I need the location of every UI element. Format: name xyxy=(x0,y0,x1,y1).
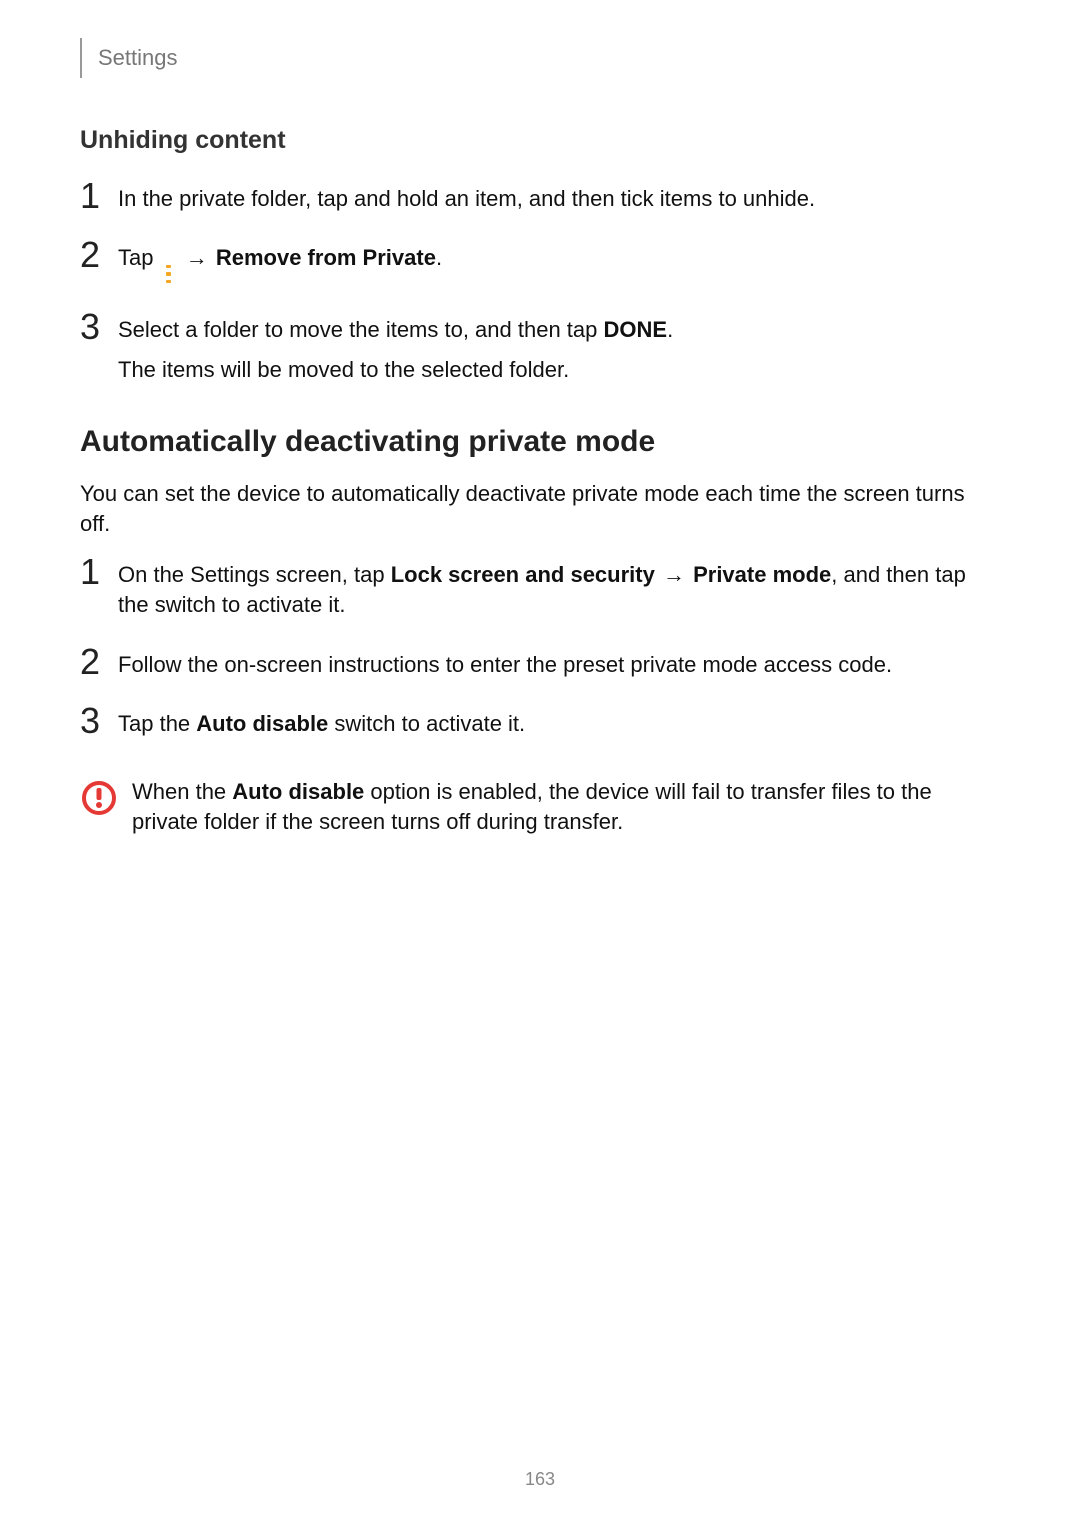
step-1: 1 In the private folder, tap and hold an… xyxy=(80,182,1000,224)
step-2: 2 Tap → Remove from Private. xyxy=(80,241,1000,295)
step-text: In the private folder, tap and hold an i… xyxy=(118,184,1000,214)
step-body: Follow the on-screen instructions to ent… xyxy=(118,648,1000,690)
running-header: Settings xyxy=(80,38,1000,78)
step-body: Tap the Auto disable switch to activate … xyxy=(118,707,1000,749)
page-number: 163 xyxy=(0,1467,1080,1491)
dot-icon xyxy=(166,280,171,283)
steps-auto: 1 On the Settings screen, tap Lock scree… xyxy=(80,558,1000,749)
step-body: On the Settings screen, tap Lock screen … xyxy=(118,558,1000,629)
note-text-pre: When the xyxy=(132,779,232,804)
step-body: Select a folder to move the items to, an… xyxy=(118,313,1000,394)
dot-icon xyxy=(166,265,171,268)
page-root: Settings Unhiding content 1 In the priva… xyxy=(0,0,1080,1527)
step-number: 2 xyxy=(80,237,118,273)
step-text-pre: Tap the xyxy=(118,711,196,736)
done-label: DONE xyxy=(604,317,668,342)
step-text-suffix: . xyxy=(436,245,442,270)
step-text-post: switch to activate it. xyxy=(328,711,525,736)
subheading-unhiding: Unhiding content xyxy=(80,124,1000,158)
step-text-post: . xyxy=(667,317,673,342)
setting-lockscreen: Lock screen and security xyxy=(391,562,655,587)
step-body: In the private folder, tap and hold an i… xyxy=(118,182,1000,224)
step-text-pre: Select a folder to move the items to, an… xyxy=(118,317,604,342)
steps-unhiding: 1 In the private folder, tap and hold an… xyxy=(80,182,1000,395)
step-3: 3 Tap the Auto disable switch to activat… xyxy=(80,707,1000,749)
step-text: Tap the Auto disable switch to activate … xyxy=(118,709,1000,739)
menu-option-remove: Remove from Private xyxy=(216,245,436,270)
auto-disable-label: Auto disable xyxy=(232,779,364,804)
step-text: On the Settings screen, tap Lock screen … xyxy=(118,560,1000,619)
header-label: Settings xyxy=(98,43,178,73)
step-1: 1 On the Settings screen, tap Lock scree… xyxy=(80,558,1000,629)
step-3: 3 Select a folder to move the items to, … xyxy=(80,313,1000,394)
step-number: 1 xyxy=(80,178,118,214)
section-intro: You can set the device to automatically … xyxy=(80,479,1000,538)
caution-icon xyxy=(80,777,126,817)
step-text-prefix: Tap xyxy=(118,245,160,270)
step-number: 3 xyxy=(80,703,118,739)
auto-disable-label: Auto disable xyxy=(196,711,328,736)
caution-text: When the Auto disable option is enabled,… xyxy=(126,777,1000,836)
step-2: 2 Follow the on-screen instructions to e… xyxy=(80,648,1000,690)
step-text: Follow the on-screen instructions to ent… xyxy=(118,650,1000,680)
step-body: Tap → Remove from Private. xyxy=(118,241,1000,295)
step-text: Tap → Remove from Private. xyxy=(118,243,1000,285)
step-text-pre: On the Settings screen, tap xyxy=(118,562,391,587)
step-number: 2 xyxy=(80,644,118,680)
step-number: 1 xyxy=(80,554,118,590)
caution-note: When the Auto disable option is enabled,… xyxy=(80,777,1000,836)
arrow-icon: → xyxy=(184,245,216,270)
setting-private-mode: Private mode xyxy=(693,562,831,587)
dot-icon xyxy=(166,272,171,275)
step-text-line1: Select a folder to move the items to, an… xyxy=(118,315,1000,345)
header-rule xyxy=(80,38,82,78)
step-number: 3 xyxy=(80,309,118,345)
arrow-icon: → xyxy=(655,562,693,587)
more-options-icon xyxy=(162,263,176,285)
step-text-line2: The items will be moved to the selected … xyxy=(118,355,1000,385)
section-title-auto: Automatically deactivating private mode xyxy=(80,422,1000,463)
